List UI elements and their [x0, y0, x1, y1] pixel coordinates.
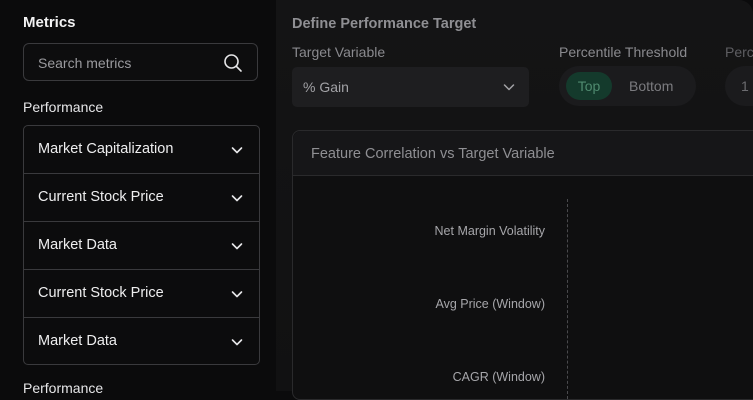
percentile-cut-label: Perc — [725, 44, 753, 60]
percentile-cut-field[interactable]: 1 — [725, 66, 753, 106]
toggle-option-top[interactable]: Top — [566, 72, 612, 100]
chart-category-label: CAGR (Window) — [452, 370, 545, 384]
accordion-item-label: Market Capitalization — [38, 141, 174, 157]
toggle-option-bottom[interactable]: Bottom — [629, 78, 673, 94]
card-title: Feature Correlation vs Target Variable — [311, 146, 555, 162]
accordion-item[interactable]: Market Data — [24, 318, 259, 364]
percentile-cut-value: 1 — [741, 78, 749, 94]
target-variable-value: % Gain — [303, 79, 349, 95]
section-label-performance: Performance — [23, 99, 104, 115]
target-variable-label: Target Variable — [292, 44, 386, 60]
chevron-down-icon[interactable] — [231, 240, 243, 252]
metrics-accordion: Market Capitalization Current Stock Pric… — [23, 125, 260, 365]
metrics-sidebar: Metrics Search metrics Performance Marke… — [0, 0, 276, 396]
accordion-item[interactable]: Current Stock Price — [24, 174, 259, 222]
toggle-option-top-label: Top — [577, 78, 601, 94]
search-input[interactable]: Search metrics — [23, 43, 258, 81]
percentile-threshold-toggle[interactable]: Top Bottom — [559, 66, 696, 106]
chevron-down-icon[interactable] — [231, 288, 243, 300]
page-title: Define Performance Target — [292, 16, 477, 32]
sidebar-title: Metrics — [23, 14, 76, 31]
accordion-item-label: Current Stock Price — [38, 189, 164, 205]
chevron-down-icon[interactable] — [231, 336, 243, 348]
accordion-item[interactable]: Market Capitalization — [24, 126, 259, 174]
chart-category-label: Net Margin Volatility — [434, 224, 545, 238]
chevron-down-icon[interactable] — [503, 81, 515, 93]
target-variable-select[interactable]: % Gain — [292, 67, 529, 107]
chevron-down-icon[interactable] — [231, 192, 243, 204]
percentile-threshold-label: Percentile Threshold — [559, 44, 688, 60]
search-icon[interactable] — [223, 53, 243, 73]
accordion-item-label: Market Data — [38, 237, 117, 253]
chart-category-label: Avg Price (Window) — [435, 297, 545, 311]
chevron-down-icon[interactable] — [231, 144, 243, 156]
search-placeholder: Search metrics — [38, 55, 132, 71]
accordion-item[interactable]: Current Stock Price — [24, 270, 259, 318]
accordion-item[interactable]: Market Data — [24, 222, 259, 270]
chart-zero-axis — [567, 199, 568, 399]
accordion-item-label: Market Data — [38, 333, 117, 349]
card-header: Feature Correlation vs Target Variable — [293, 131, 753, 176]
section-label-performance-2: Performance — [23, 380, 104, 396]
accordion-item-label: Current Stock Price — [38, 285, 164, 301]
feature-correlation-card: Feature Correlation vs Target Variable N… — [292, 130, 753, 400]
performance-target-panel: Define Performance Target Target Variabl… — [276, 0, 753, 400]
